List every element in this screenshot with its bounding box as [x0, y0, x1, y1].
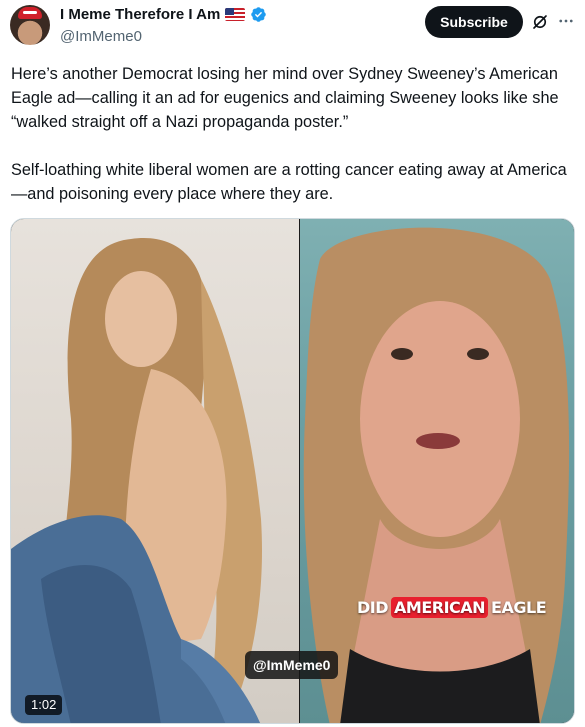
more-options-icon[interactable]: [557, 12, 575, 30]
tweet-paragraph: Here’s another Democrat losing her mind …: [11, 65, 559, 131]
video-watermark: @ImMeme0: [245, 651, 339, 679]
caption-highlight: AMERICAN: [391, 596, 489, 618]
avatar[interactable]: [10, 5, 50, 45]
verified-badge-icon[interactable]: [250, 6, 267, 23]
caption-word: EAGLE: [491, 597, 547, 617]
tweet-header: I Meme Therefore I Am @ImMeme0 Subscribe: [0, 0, 585, 56]
red-hat-graphic: [18, 7, 42, 19]
grok-icon[interactable]: [531, 13, 549, 31]
video-duration: 1:02: [25, 695, 63, 715]
left-portrait-image: [11, 238, 262, 723]
video-caption: DID AMERICAN EAGLE: [357, 593, 547, 621]
display-name[interactable]: I Meme Therefore I Am: [60, 6, 220, 23]
subscribe-button[interactable]: Subscribe: [425, 6, 523, 38]
us-flag-icon: [225, 8, 246, 21]
handle[interactable]: @ImMeme0: [60, 28, 142, 45]
video-left-panel: 1:02: [11, 219, 299, 723]
right-selfie-image: [303, 227, 570, 723]
video-right-panel: [300, 219, 574, 723]
caption-word: DID: [357, 597, 389, 617]
tweet-paragraph: Self-loathing white liberal women are a …: [11, 161, 567, 203]
video-player[interactable]: 1:02 DID AMERICAN EAGLE @ImMeme0: [10, 218, 575, 724]
tweet-text: Here’s another Democrat losing her mind …: [11, 62, 576, 206]
name-row: I Meme Therefore I Am: [60, 6, 267, 23]
